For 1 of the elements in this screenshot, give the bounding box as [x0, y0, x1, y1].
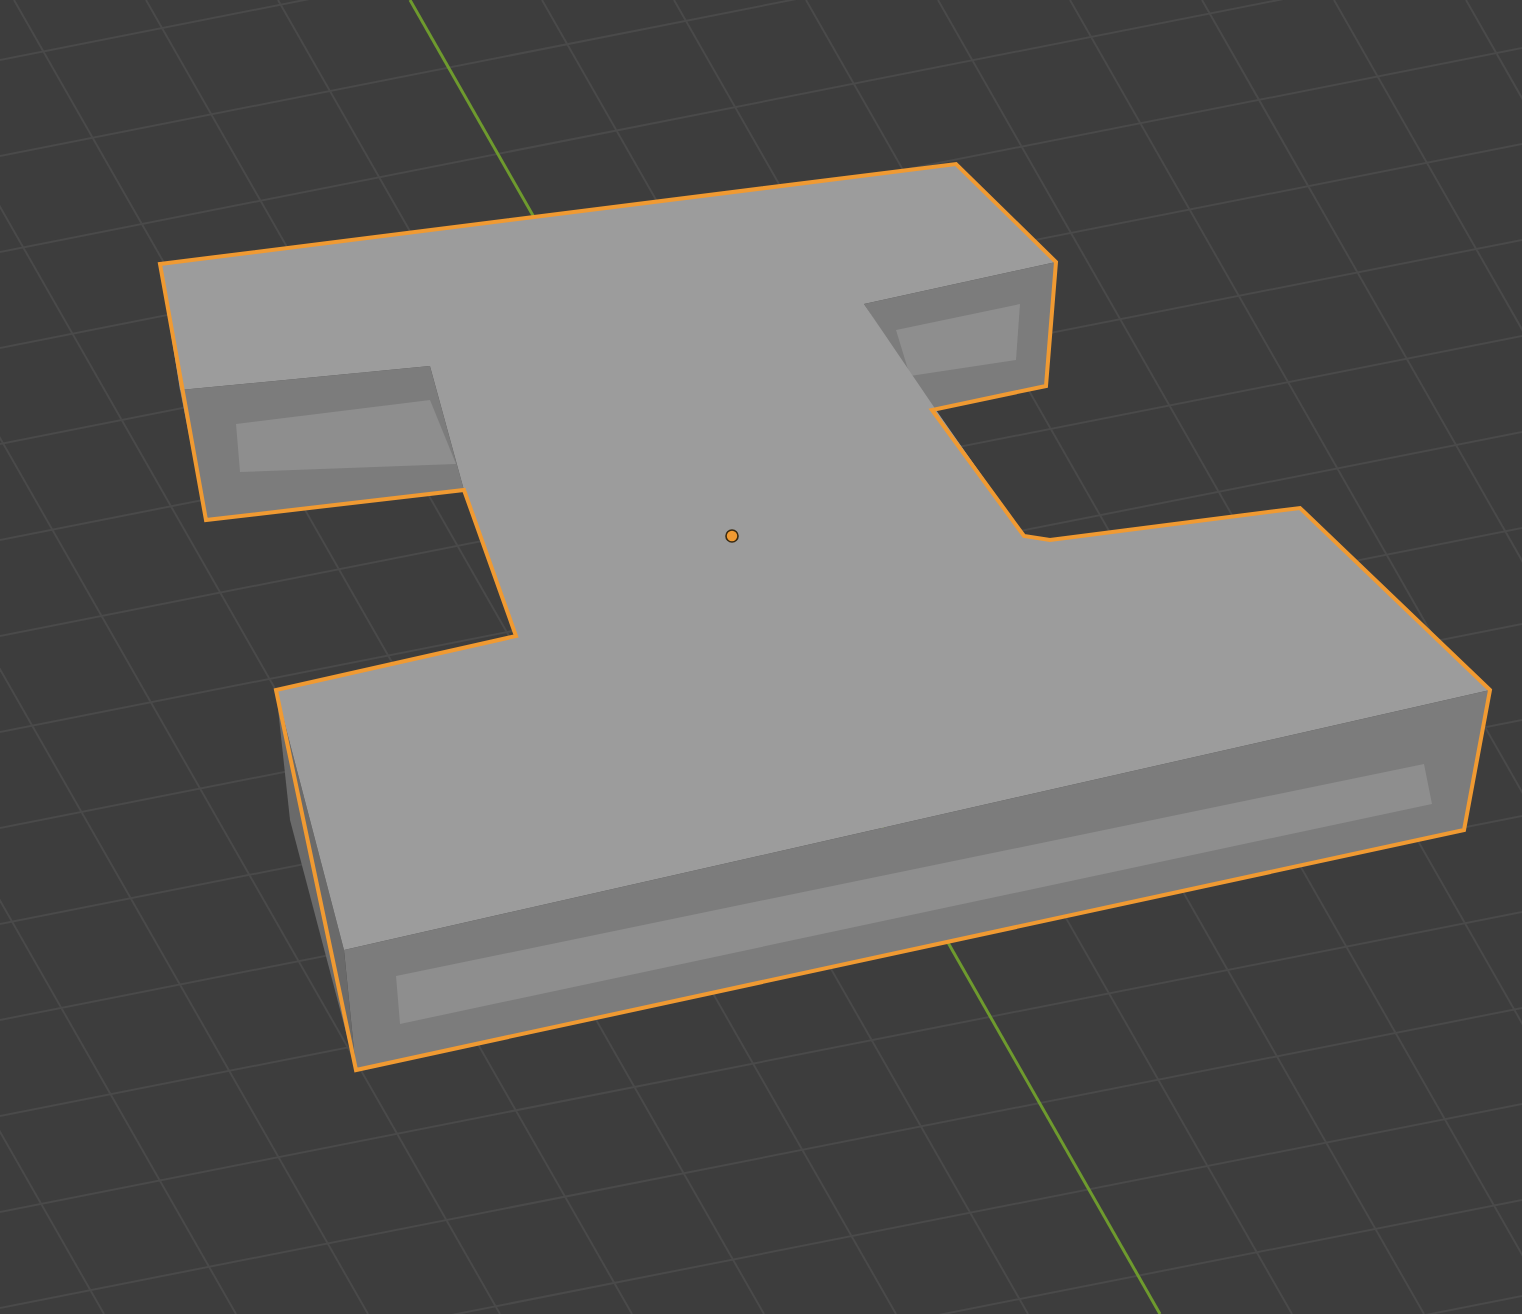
origin-point-icon	[725, 529, 739, 543]
